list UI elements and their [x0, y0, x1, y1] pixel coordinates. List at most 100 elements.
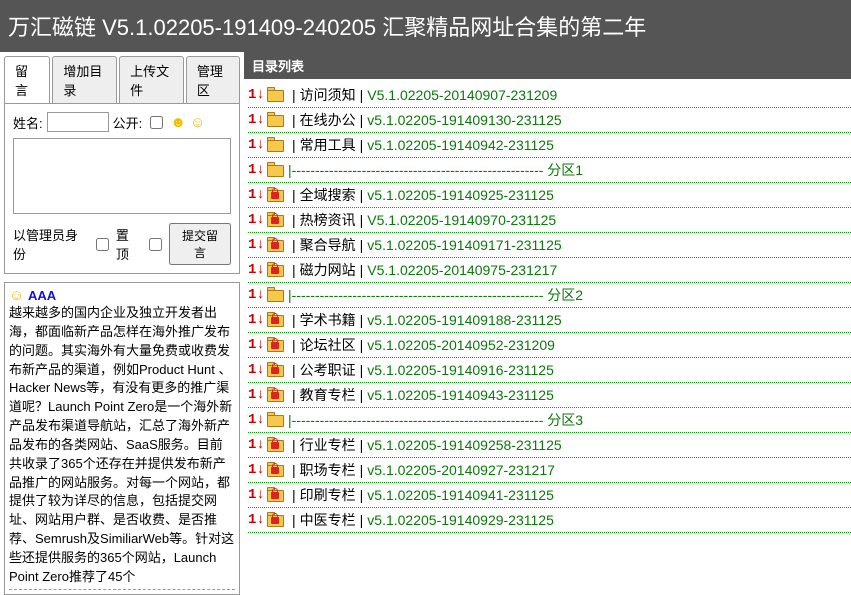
- list-item[interactable]: 1↓|聚合导航 | v5.1.02205-191409171-231125: [248, 233, 851, 258]
- item-name: 在线办公: [300, 110, 356, 130]
- list-item[interactable]: 1↓ |-------------------------------------…: [248, 158, 851, 183]
- submit-button[interactable]: 提交留言: [169, 223, 231, 265]
- locked-folder-icon: [266, 387, 286, 403]
- locked-folder-icon: [266, 187, 286, 203]
- locked-folder-icon: [266, 512, 286, 528]
- item-name: 学术书籍: [300, 310, 356, 330]
- right-panel: 目录列表 1↓|访问须知 | V5.1.02205-20140907-23120…: [244, 52, 851, 595]
- folder-icon: [266, 112, 286, 128]
- locked-folder-icon: [266, 437, 286, 453]
- left-panel: 留 言增加目录上传文件管理区 姓名: 公开: ☻ ☺ 以管理员身份 置顶 提交留…: [0, 52, 244, 595]
- sort-arrows-icon[interactable]: 1↓: [248, 462, 266, 478]
- item-name: 印刷专栏: [300, 485, 356, 505]
- separator-dash: |---------------------------------------…: [288, 285, 851, 305]
- sort-arrows-icon[interactable]: 1↓: [248, 437, 266, 453]
- name-label: 姓名:: [13, 113, 43, 132]
- item-name: 论坛社区: [300, 335, 356, 355]
- item-version: v5.1.02205-20140952-231209: [367, 337, 555, 353]
- locked-folder-icon: [266, 487, 286, 503]
- locked-folder-icon: [266, 312, 286, 328]
- sort-arrows-icon[interactable]: 1↓: [248, 387, 266, 403]
- item-name: 中医专栏: [300, 510, 356, 530]
- tab-2[interactable]: 上传文件: [119, 56, 184, 103]
- tab-0[interactable]: 留 言: [4, 56, 50, 103]
- item-name: 职场专栏: [300, 460, 356, 480]
- pin-checkbox[interactable]: [149, 238, 162, 251]
- comment-form: 姓名: 公开: ☻ ☺ 以管理员身份 置顶 提交留言: [4, 103, 240, 274]
- item-name: 聚合导航: [300, 235, 356, 255]
- locked-folder-icon: [266, 237, 286, 253]
- folder-icon: [266, 412, 286, 428]
- item-name: 常用工具: [300, 135, 356, 155]
- list-item[interactable]: 1↓|全域搜索 | v5.1.02205-19140925-231125: [248, 183, 851, 208]
- list-item[interactable]: 1↓|中医专栏 | v5.1.02205-19140929-231125: [248, 508, 851, 533]
- folder-icon: [266, 137, 286, 153]
- folder-icon: [266, 162, 286, 178]
- smile-icon[interactable]: ☺: [190, 114, 205, 131]
- locked-folder-icon: [266, 362, 286, 378]
- item-version: v5.1.02205-19140943-231125: [367, 387, 554, 403]
- list-item[interactable]: 1↓|论坛社区 | v5.1.02205-20140952-231209: [248, 333, 851, 358]
- item-name: 热榜资讯: [300, 210, 356, 230]
- tab-3[interactable]: 管理区: [186, 56, 240, 103]
- locked-folder-icon: [266, 262, 286, 278]
- name-input[interactable]: [47, 112, 109, 132]
- sort-arrows-icon[interactable]: 1↓: [248, 112, 266, 128]
- sort-arrows-icon[interactable]: 1↓: [248, 487, 266, 503]
- admin-checkbox[interactable]: [96, 238, 109, 251]
- public-label: 公开:: [113, 113, 143, 132]
- item-name: 行业专栏: [300, 435, 356, 455]
- sort-arrows-icon[interactable]: 1↓: [248, 262, 266, 278]
- list-item[interactable]: 1↓|印刷专栏 | v5.1.02205-19140941-231125: [248, 483, 851, 508]
- sort-arrows-icon[interactable]: 1↓: [248, 362, 266, 378]
- message-author: AAA: [28, 288, 56, 303]
- item-version: V5.1.02205-20140975-231217: [367, 262, 557, 278]
- smile-icon[interactable]: ☻: [170, 114, 186, 131]
- list-item[interactable]: 1↓|学术书籍 | v5.1.02205-191409188-231125: [248, 308, 851, 333]
- item-version: v5.1.02205-191409171-231125: [367, 237, 561, 253]
- sort-arrows-icon[interactable]: 1↓: [248, 287, 266, 303]
- item-version: v5.1.02205-19140916-231125: [367, 362, 554, 378]
- smile-icon: ☺: [9, 287, 24, 304]
- list-item[interactable]: 1↓ |-------------------------------------…: [248, 283, 851, 308]
- item-version: v5.1.02205-19140929-231125: [367, 512, 554, 528]
- list-item[interactable]: 1↓ |-------------------------------------…: [248, 408, 851, 433]
- message-body: 越来越多的国内企业及独立开发者出海，都面临新产品怎样在海外推广发布的问题。其实海…: [9, 304, 235, 590]
- item-version: V5.1.02205-19140970-231125: [367, 212, 556, 228]
- list-item[interactable]: 1↓|公考职证 | v5.1.02205-19140916-231125: [248, 358, 851, 383]
- list-item[interactable]: 1↓|在线办公 | v5.1.02205-191409130-231125: [248, 108, 851, 133]
- sort-arrows-icon[interactable]: 1↓: [248, 412, 266, 428]
- list-item[interactable]: 1↓|常用工具 | v5.1.02205-19140942-231125: [248, 133, 851, 158]
- list-item[interactable]: 1↓|职场专栏 | v5.1.02205-20140927-231217: [248, 458, 851, 483]
- sort-arrows-icon[interactable]: 1↓: [248, 187, 266, 203]
- list-item[interactable]: 1↓|教育专栏 | v5.1.02205-19140943-231125: [248, 383, 851, 408]
- item-version: v5.1.02205-19140925-231125: [367, 187, 554, 203]
- item-version: v5.1.02205-20140927-231217: [367, 462, 555, 478]
- list-item[interactable]: 1↓|热榜资讯 | V5.1.02205-19140970-231125: [248, 208, 851, 233]
- item-version: v5.1.02205-191409188-231125: [367, 312, 561, 328]
- sort-arrows-icon[interactable]: 1↓: [248, 512, 266, 528]
- comment-textarea[interactable]: [13, 138, 231, 214]
- public-checkbox[interactable]: [150, 116, 163, 129]
- item-version: V5.1.02205-20140907-231209: [367, 87, 557, 103]
- tabs: 留 言增加目录上传文件管理区: [0, 52, 244, 103]
- directory-list: 1↓|访问须知 | V5.1.02205-20140907-2312091↓|在…: [244, 79, 851, 533]
- sort-arrows-icon[interactable]: 1↓: [248, 337, 266, 353]
- sort-arrows-icon[interactable]: 1↓: [248, 312, 266, 328]
- list-item[interactable]: 1↓|行业专栏 | v5.1.02205-191409258-231125: [248, 433, 851, 458]
- separator-dash: |---------------------------------------…: [288, 160, 851, 180]
- tab-1[interactable]: 增加目录: [52, 56, 117, 103]
- page-header: 万汇磁链 V5.1.02205-191409-240205 汇聚精品网址合集的第…: [0, 0, 851, 52]
- list-item[interactable]: 1↓|磁力网站 | V5.1.02205-20140975-231217: [248, 258, 851, 283]
- item-version: v5.1.02205-191409258-231125: [367, 437, 561, 453]
- folder-icon: [266, 287, 286, 303]
- item-version: v5.1.02205-191409130-231125: [367, 112, 561, 128]
- sort-arrows-icon[interactable]: 1↓: [248, 162, 266, 178]
- list-item[interactable]: 1↓|访问须知 | V5.1.02205-20140907-231209: [248, 83, 851, 108]
- sort-arrows-icon[interactable]: 1↓: [248, 237, 266, 253]
- separator-dash: |---------------------------------------…: [288, 410, 851, 430]
- item-version: v5.1.02205-19140942-231125: [367, 137, 554, 153]
- sort-arrows-icon[interactable]: 1↓: [248, 87, 266, 103]
- sort-arrows-icon[interactable]: 1↓: [248, 212, 266, 228]
- sort-arrows-icon[interactable]: 1↓: [248, 137, 266, 153]
